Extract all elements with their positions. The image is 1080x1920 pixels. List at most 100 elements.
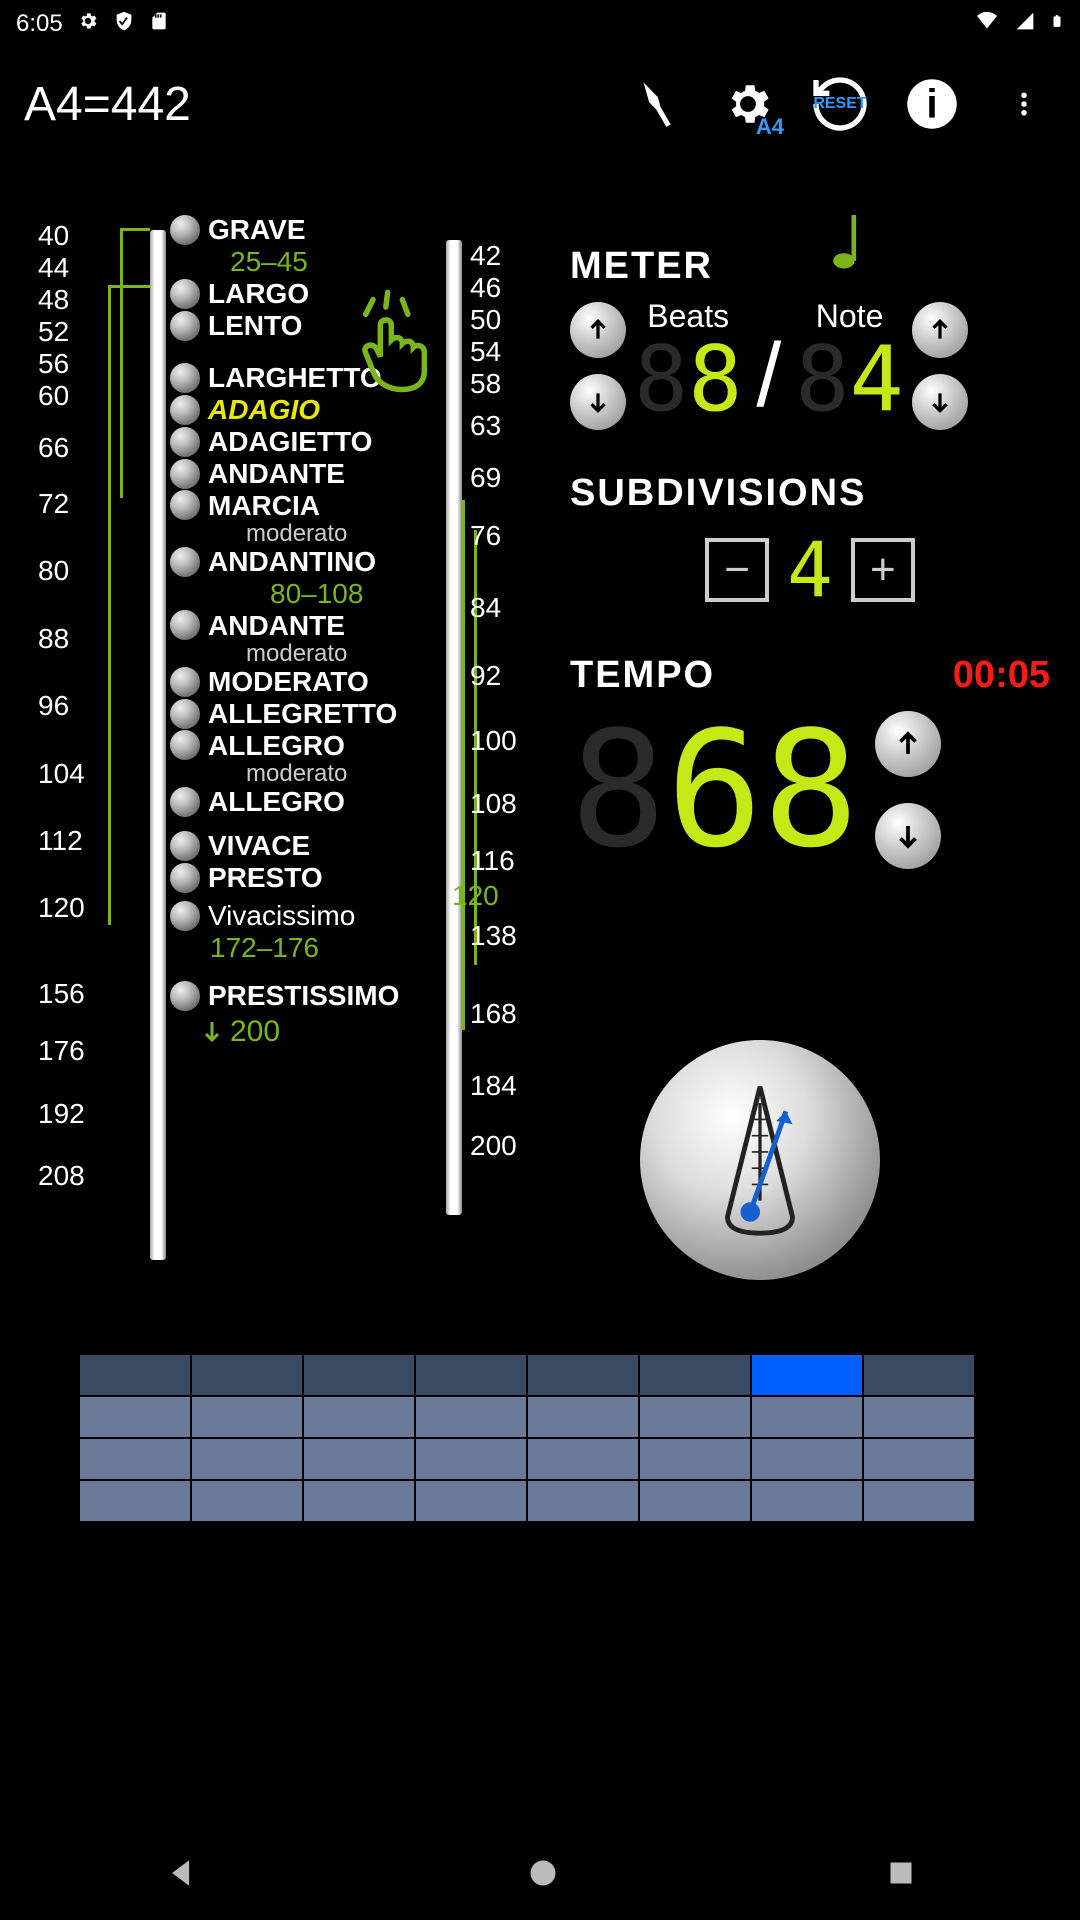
tempo-item-grave[interactable]: GRAVE	[170, 214, 399, 246]
beat-cell[interactable]	[528, 1355, 638, 1395]
tempo-item-vivacissimo[interactable]: Vivacissimo	[170, 900, 399, 932]
tempo-item-allegretto[interactable]: ALLEGRETTO	[170, 698, 399, 730]
nav-recent-icon[interactable]	[887, 1859, 915, 1892]
beat-cell[interactable]	[640, 1481, 750, 1521]
scale-left-bar	[150, 230, 166, 1260]
beat-cell[interactable]	[304, 1481, 414, 1521]
tempo-range: 80–108	[270, 578, 399, 610]
beat-cell[interactable]	[864, 1439, 974, 1479]
beats-display: 88	[634, 335, 742, 425]
tuning-fork-icon[interactable]	[624, 72, 688, 136]
nav-home-icon[interactable]	[528, 1858, 558, 1893]
app-title: A4=442	[24, 77, 624, 132]
tempo-item-adagietto[interactable]: ADAGIETTO	[170, 426, 399, 458]
beat-cell[interactable]	[864, 1397, 974, 1437]
beat-cell[interactable]	[752, 1481, 862, 1521]
radio-icon	[170, 395, 200, 425]
beat-cell[interactable]	[864, 1355, 974, 1395]
radio-icon	[170, 831, 200, 861]
tempo-item-andantino[interactable]: ANDANTINO	[170, 546, 399, 578]
shield-status-icon	[113, 10, 135, 39]
nav-bar	[0, 1830, 1080, 1920]
beat-cell[interactable]	[416, 1481, 526, 1521]
tempo-item-vivace[interactable]: VIVACE	[170, 830, 399, 862]
note-up-button[interactable]	[912, 302, 968, 358]
svg-text:i: i	[926, 81, 937, 127]
radio-icon	[170, 279, 200, 309]
tempo-item-allegro[interactable]: ALLEGRO	[170, 786, 399, 818]
reset-label: RESET	[813, 95, 866, 113]
radio-icon	[170, 901, 200, 931]
beat-cell[interactable]	[80, 1355, 190, 1395]
settings-status-icon	[77, 10, 99, 39]
beat-cell[interactable]	[416, 1355, 526, 1395]
info-button[interactable]: i	[900, 72, 964, 136]
tempo-item-allegro-moderato[interactable]: ALLEGROmoderato	[170, 730, 399, 786]
radio-icon	[170, 215, 200, 245]
tempo-item-prestissimo[interactable]: PRESTISSIMO	[170, 980, 399, 1012]
tempo-item-presto[interactable]: PRESTO	[170, 862, 399, 894]
beat-cell[interactable]	[528, 1481, 638, 1521]
beat-cell[interactable]	[752, 1439, 862, 1479]
tempo-up-button[interactable]	[875, 711, 941, 777]
tempo-item-andante[interactable]: ANDANTE	[170, 458, 399, 490]
overflow-menu-icon[interactable]	[992, 72, 1056, 136]
beat-cell[interactable]	[192, 1355, 302, 1395]
beat-cell[interactable]	[192, 1481, 302, 1521]
beat-cell[interactable]	[528, 1397, 638, 1437]
elapsed-timer: 00:05	[953, 654, 1050, 697]
beat-cell[interactable]	[640, 1355, 750, 1395]
signal-status-icon	[1014, 10, 1036, 38]
metronome-play-button[interactable]	[640, 1040, 880, 1280]
note-down-button[interactable]	[912, 374, 968, 430]
beat-cell[interactable]	[192, 1397, 302, 1437]
beat-cell[interactable]	[304, 1397, 414, 1437]
beats-down-button[interactable]	[570, 374, 626, 430]
battery-status-icon	[1050, 9, 1064, 40]
tempo-item-andante-moderato[interactable]: ANDANTEmoderato	[170, 610, 399, 666]
beat-cell[interactable]	[80, 1439, 190, 1479]
beat-cell[interactable]	[304, 1439, 414, 1479]
app-bar: A4=442 A4 RESET i	[0, 48, 1080, 160]
subdivision-plus-button[interactable]: +	[851, 538, 915, 602]
radio-icon	[170, 427, 200, 457]
tempo-range: 172–176	[210, 932, 399, 964]
tap-hint-icon	[340, 280, 450, 405]
beat-cell[interactable]	[752, 1355, 862, 1395]
tick-mark	[120, 228, 123, 498]
beat-cell[interactable]	[752, 1397, 862, 1437]
tempo-item-moderato[interactable]: MODERATO	[170, 666, 399, 698]
tempo-item-marcia[interactable]: MARCIAmoderato	[170, 490, 399, 546]
radio-icon	[170, 730, 200, 760]
radio-icon	[170, 490, 200, 520]
beat-cell[interactable]	[528, 1439, 638, 1479]
beats-up-button[interactable]	[570, 302, 626, 358]
radio-icon	[170, 363, 200, 393]
sd-status-icon	[149, 10, 169, 39]
a4-settings-icon[interactable]: A4	[716, 72, 780, 136]
tempo-down-button[interactable]	[875, 803, 941, 869]
beat-cell[interactable]	[304, 1355, 414, 1395]
beat-cell[interactable]	[416, 1439, 526, 1479]
radio-icon	[170, 699, 200, 729]
nav-back-icon[interactable]	[165, 1856, 199, 1895]
beat-cell[interactable]	[864, 1481, 974, 1521]
beat-cell[interactable]	[80, 1481, 190, 1521]
reset-button[interactable]: RESET	[808, 72, 872, 136]
a4-badge: A4	[756, 114, 784, 140]
beat-cell[interactable]	[640, 1439, 750, 1479]
subdivision-display: 4	[787, 525, 833, 614]
tick-mark	[120, 228, 150, 231]
beat-grid[interactable]	[80, 1355, 974, 1521]
beat-cell[interactable]	[80, 1397, 190, 1437]
wifi-status-icon	[974, 10, 1000, 38]
radio-icon	[170, 787, 200, 817]
radio-icon	[170, 459, 200, 489]
tick-mark	[462, 500, 465, 1030]
beat-cell[interactable]	[416, 1397, 526, 1437]
beat-cell[interactable]	[640, 1397, 750, 1437]
tempo-scale: 40 44 48 52 56 60 66 72 80 88 96 104 112…	[20, 220, 540, 1310]
subdivision-minus-button[interactable]: −	[705, 538, 769, 602]
beat-cell[interactable]	[192, 1439, 302, 1479]
radio-icon	[170, 547, 200, 577]
